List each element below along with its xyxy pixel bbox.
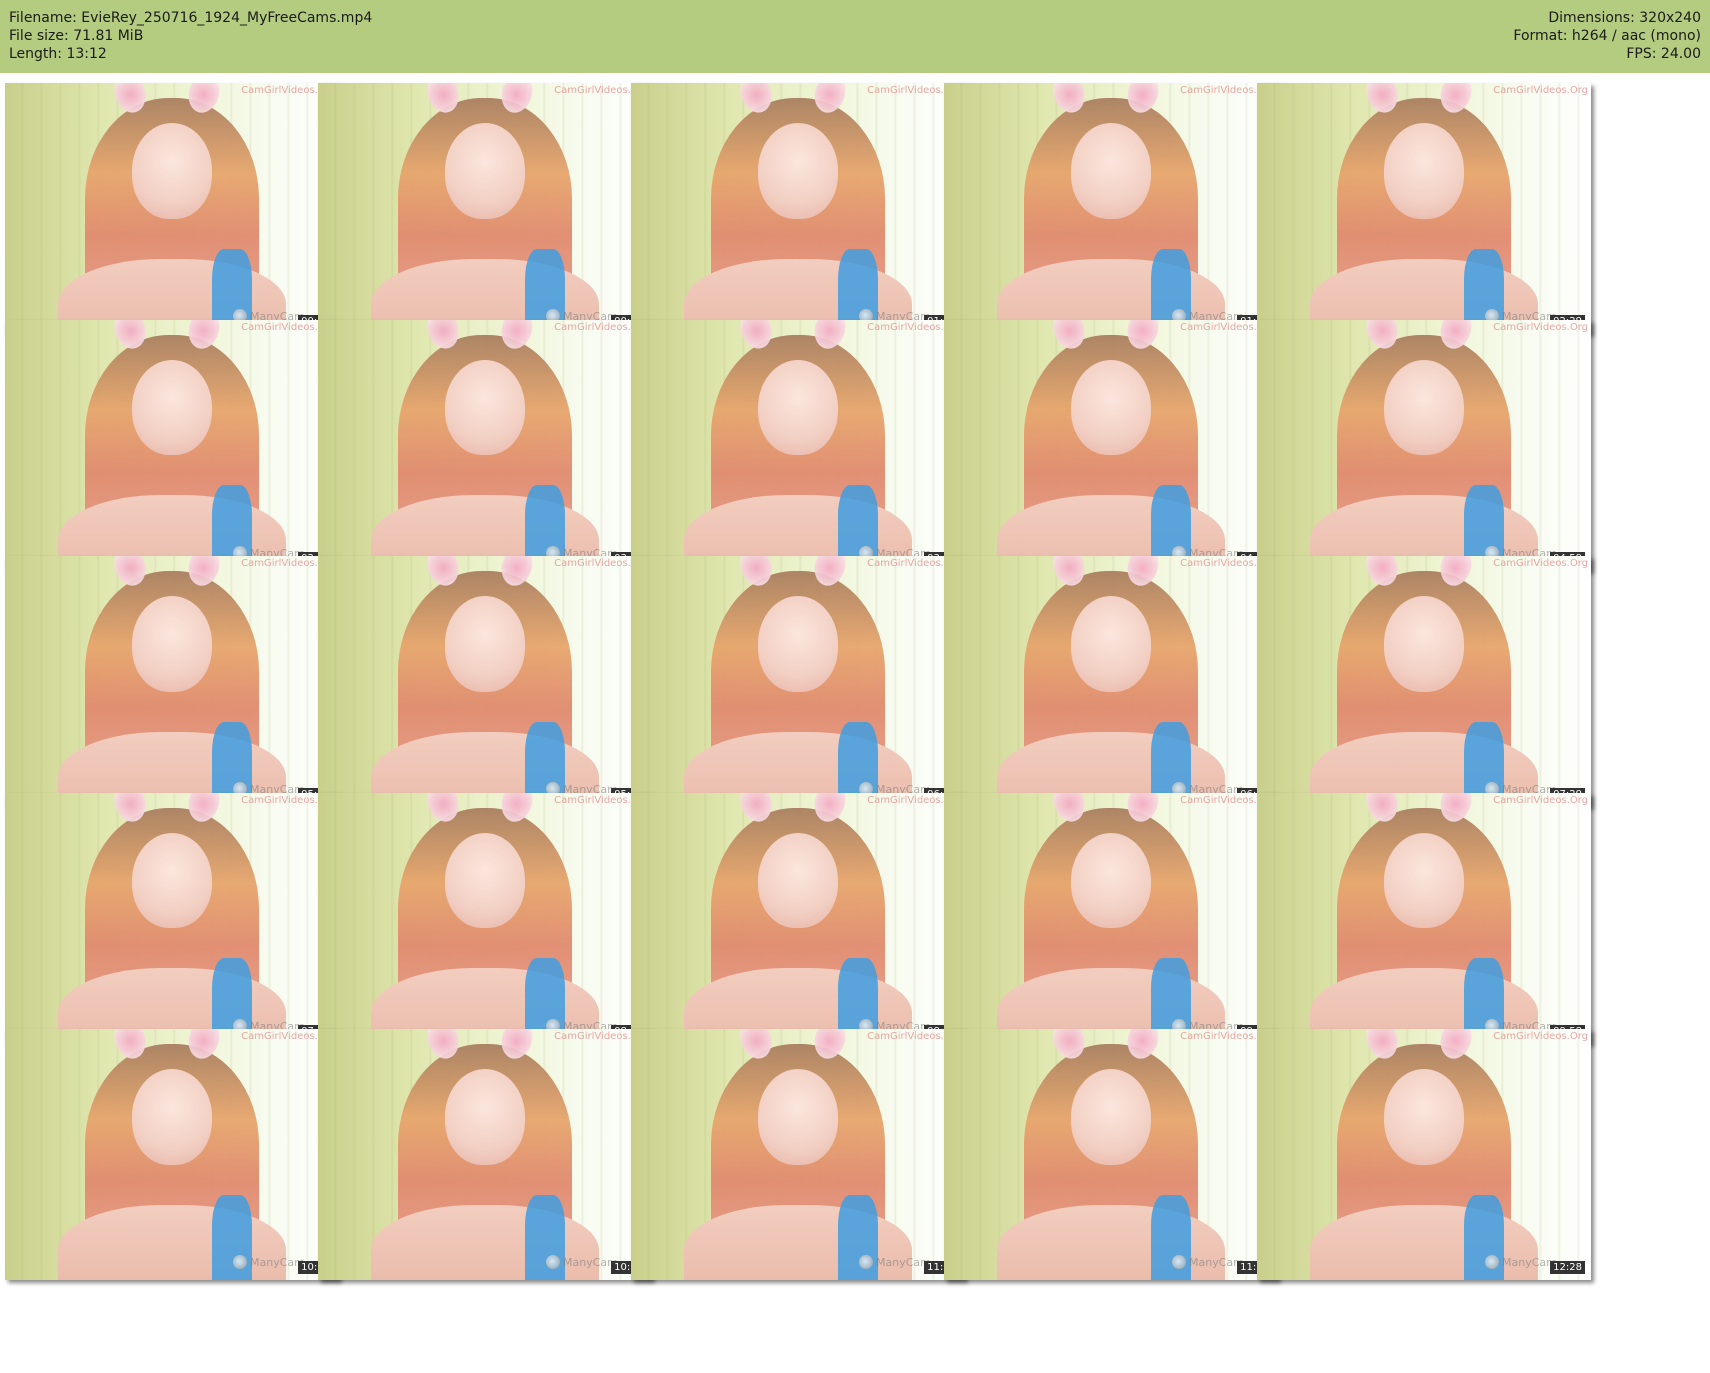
video-thumbnail[interactable]: CamGirlVideos.Org ManyCam 10:28 <box>5 1029 339 1280</box>
thumbnail-figure-face <box>757 1069 839 1165</box>
thumbnail-figure-face <box>131 832 213 929</box>
video-thumbnail[interactable]: CamGirlVideos.Org ManyCam 11:58 <box>944 1029 1278 1280</box>
video-thumbnail[interactable]: CamGirlVideos.OrgManyCam01:59 <box>944 83 1278 334</box>
video-thumbnail[interactable]: CamGirlVideos.OrgManyCam05:29 <box>5 556 339 807</box>
thumbnail-figure-top <box>1151 1194 1192 1280</box>
format-text: Format: h264 / aac (mono) <box>1513 28 1701 44</box>
length-text: Length: 13:12 <box>9 46 107 62</box>
video-thumbnail[interactable]: CamGirlVideos.OrgManyCam04:59 <box>1257 319 1591 571</box>
thumbnail-figure-top <box>212 1194 253 1280</box>
site-watermark: CamGirlVideos.Org <box>1493 321 1588 333</box>
filesize-text: File size: 71.81 MiB <box>9 28 144 44</box>
manycam-logo-icon <box>233 1255 247 1269</box>
thumbnail-figure-face <box>1383 596 1465 692</box>
site-watermark: CamGirlVideos.Org <box>1493 1031 1588 1042</box>
thumbnail-figure-face <box>131 123 213 219</box>
video-thumbnail[interactable]: CamGirlVideos.OrgManyCam04:29 <box>944 319 1278 571</box>
video-thumbnail[interactable]: CamGirlVideos.OrgManyCam06:29 <box>631 556 965 807</box>
thumbnail-grid: CamGirlVideos.OrgManyCam00:29CamGirlVide… <box>0 73 1710 1373</box>
fps-text: FPS: 24.00 <box>1626 46 1701 62</box>
manycam-logo-icon <box>1172 1255 1186 1269</box>
site-watermark: CamGirlVideos.Org <box>1493 85 1588 96</box>
thumbnail-figure-face <box>444 596 526 692</box>
video-thumbnail[interactable]: CamGirlVideos.OrgManyCam02:59 <box>5 319 339 571</box>
thumbnail-figure-face <box>757 596 839 692</box>
thumbnail-figure-face <box>1070 1069 1152 1165</box>
thumbnail-figure-face <box>131 1069 213 1165</box>
video-thumbnail[interactable]: CamGirlVideos.OrgManyCam08:29 <box>318 792 652 1044</box>
thumbnail-figure-face <box>1070 596 1152 692</box>
manycam-logo-icon <box>546 1255 560 1269</box>
video-thumbnail[interactable]: CamGirlVideos.OrgManyCam00:29 <box>5 83 339 334</box>
video-thumbnail[interactable]: CamGirlVideos.OrgManyCam01:29 <box>631 83 965 334</box>
thumbnail-figure-face <box>131 596 213 692</box>
thumbnail-figure-face <box>444 359 526 456</box>
thumbnail-figure-face <box>757 359 839 456</box>
thumbnail-figure-face <box>1070 123 1152 219</box>
thumbnail-figure-face <box>444 832 526 929</box>
thumbnail-figure-face <box>757 123 839 219</box>
video-thumbnail[interactable]: CamGirlVideos.OrgManyCam06:59 <box>944 556 1278 807</box>
video-thumbnail[interactable]: CamGirlVideos.OrgManyCam07:29 <box>1257 556 1591 807</box>
timestamp-badge: 12:28 <box>1550 1261 1585 1274</box>
video-thumbnail[interactable]: CamGirlVideos.OrgManyCam02:29 <box>1257 83 1591 334</box>
thumbnail-figure-face <box>1070 832 1152 929</box>
thumbnail-figure-face <box>1070 359 1152 456</box>
thumbnail-figure-face <box>1383 359 1465 456</box>
manycam-watermark: ManyCam <box>563 1256 618 1269</box>
thumbnail-figure-top <box>525 1194 566 1280</box>
video-thumbnail[interactable]: CamGirlVideos.OrgManyCam03:59 <box>631 319 965 571</box>
video-thumbnail[interactable]: CamGirlVideos.OrgManyCam09:28 <box>944 792 1278 1044</box>
thumbnail-figure-top <box>838 1194 879 1280</box>
video-thumbnail[interactable]: CamGirlVideos.OrgManyCam00:59 <box>318 83 652 334</box>
video-thumbnail[interactable]: CamGirlVideos.OrgManyCam03:29 <box>318 319 652 571</box>
thumbnail-figure-face <box>444 123 526 219</box>
thumbnail-figure-face <box>1383 1069 1465 1165</box>
dimensions-text: Dimensions: 320x240 <box>1548 10 1701 26</box>
video-thumbnail[interactable]: CamGirlVideos.OrgManyCam09:58 <box>1257 792 1591 1044</box>
manycam-watermark: ManyCam <box>1189 1256 1244 1269</box>
video-thumbnail[interactable]: CamGirlVideos.OrgManyCam05:59 <box>318 556 652 807</box>
manycam-watermark: ManyCam <box>1502 1256 1557 1269</box>
site-watermark: CamGirlVideos.Org <box>1493 558 1588 569</box>
info-header: Filename: EvieRey_250716_1924_MyFreeCams… <box>0 0 1710 73</box>
video-thumbnail[interactable]: CamGirlVideos.OrgManyCam08:58 <box>631 792 965 1044</box>
thumbnail-figure-face <box>1383 123 1465 219</box>
manycam-logo-icon <box>859 1255 873 1269</box>
header-right-info: Dimensions: 320x240 Format: h264 / aac (… <box>1513 9 1701 63</box>
manycam-watermark: ManyCam <box>876 1256 931 1269</box>
thumbnail-figure-face <box>1383 832 1465 929</box>
site-watermark: CamGirlVideos.Org <box>1493 794 1588 806</box>
video-thumbnail[interactable]: CamGirlVideos.Org ManyCam 11:28 <box>631 1029 965 1280</box>
thumbnail-figure-top <box>1464 1194 1505 1280</box>
video-thumbnail[interactable]: CamGirlVideos.Org ManyCam 12:28 <box>1257 1029 1591 1280</box>
video-thumbnail[interactable]: CamGirlVideos.Org ManyCam 10:58 <box>318 1029 652 1280</box>
manycam-logo-icon <box>1485 1255 1499 1269</box>
filename-text: Filename: EvieRey_250716_1924_MyFreeCams… <box>9 10 373 26</box>
thumbnail-figure-face <box>444 1069 526 1165</box>
thumbnail-figure-face <box>131 359 213 456</box>
header-left-info: Filename: EvieRey_250716_1924_MyFreeCams… <box>9 9 372 63</box>
manycam-watermark: ManyCam <box>250 1256 305 1269</box>
video-thumbnail[interactable]: CamGirlVideos.OrgManyCam07:59 <box>5 792 339 1044</box>
thumbnail-figure-face <box>757 832 839 929</box>
